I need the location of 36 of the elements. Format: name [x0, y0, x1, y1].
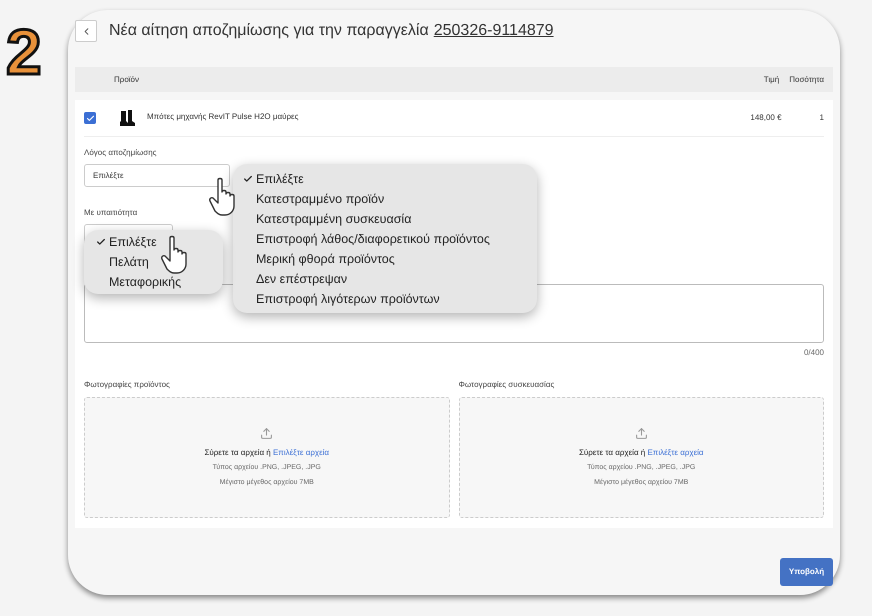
- menu-item[interactable]: Κατεστραμμένο προϊόν: [243, 189, 537, 209]
- submit-button[interactable]: Υποβολή: [780, 558, 833, 586]
- field-label: Φωτογραφίες προϊόντος: [84, 379, 170, 391]
- column-header: Ποσότητα: [789, 74, 824, 86]
- menu-item[interactable]: Κατεστραμμένη συσκευασία: [243, 209, 537, 229]
- product-name: Μπότες μηχανής RevIT Pulse H2O μαύρες: [147, 111, 300, 123]
- step-number: 2: [6, 20, 42, 84]
- reason-select[interactable]: Επιλέξτε: [84, 164, 230, 187]
- field-label: Φωτογραφίες συσκευασίας: [458, 379, 554, 391]
- menu-item[interactable]: Επιλέξτε: [96, 232, 223, 252]
- menu-item[interactable]: Μεταφορικής: [96, 272, 223, 292]
- menu-item[interactable]: Πελάτη: [96, 252, 223, 272]
- back-button[interactable]: [75, 20, 97, 42]
- page-title: Νέα αίτηση αποζημίωσης για την παραγγελία: [109, 21, 429, 41]
- boots-icon: [118, 109, 136, 127]
- menu-item[interactable]: Επιστροφή λάθος/διαφορετικού προϊόντος: [243, 229, 537, 249]
- menu-item[interactable]: Μερική φθορά προϊόντος: [243, 249, 537, 269]
- menu-item[interactable]: Επιστροφή λιγότερων προϊόντων: [243, 289, 537, 309]
- upload-icon: [260, 427, 274, 440]
- price-cell: 148,00 €: [750, 112, 782, 124]
- check-icon: [86, 114, 94, 122]
- field-label: Με υπαιτιότητα: [84, 207, 138, 219]
- choose-files-link[interactable]: Επιλέξτε αρχεία: [647, 448, 704, 457]
- character-counter: 0/400: [804, 347, 824, 359]
- choose-files-link[interactable]: Επιλέξτε αρχεία: [272, 448, 330, 457]
- upload-prompt: Σύρετε τα αρχεία ή Επιλέξτε αρχεία: [578, 447, 704, 459]
- quantity-cell: 1: [820, 112, 824, 124]
- column-header: Τιμή: [764, 74, 780, 86]
- order-link[interactable]: 250326-9114879: [434, 19, 554, 43]
- checkbox[interactable]: [84, 112, 96, 124]
- upload-icon: [634, 427, 648, 440]
- upload-prompt: Σύρετε τα αρχεία ή Επιλέξτε αρχεία: [204, 447, 330, 459]
- column-header: Προϊόν: [114, 74, 140, 86]
- menu-item[interactable]: Δεν επέστρεψαν: [243, 269, 537, 289]
- field-label: Λόγος αποζημίωσης: [84, 147, 157, 159]
- menu-item[interactable]: Επιλέξτε: [243, 169, 537, 189]
